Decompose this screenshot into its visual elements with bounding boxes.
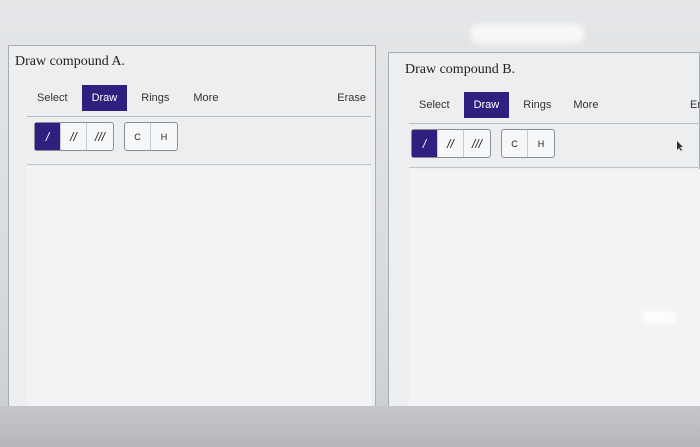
draw-tool[interactable]: Draw: [81, 85, 128, 111]
compound-b-toolbar: Select Draw Rings More Er: [411, 91, 700, 119]
atom-selector: C H: [124, 122, 178, 151]
compound-a-title: Draw compound A.: [15, 54, 126, 69]
screen-glare: [642, 310, 676, 324]
carbon-atom-button[interactable]: C: [502, 130, 528, 157]
drawing-canvas[interactable]: [409, 169, 700, 424]
compound-a-panel: Draw compound A. Select Draw Rings More …: [8, 45, 376, 425]
canvas-divider: [409, 167, 700, 168]
canvas-divider: [27, 164, 371, 165]
atom-selector: C H: [501, 129, 555, 158]
bond-atom-row: / // /// C H: [411, 129, 555, 158]
bond-selector: / // ///: [34, 122, 114, 151]
single-bond-button[interactable]: /: [412, 130, 438, 157]
bond-selector: / // ///: [411, 129, 491, 158]
triple-bond-button[interactable]: ///: [87, 123, 113, 150]
hydrogen-atom-button[interactable]: H: [528, 130, 554, 157]
compound-a-toolbar: Select Draw Rings More Erase: [29, 84, 374, 112]
single-bond-button[interactable]: /: [35, 123, 61, 150]
draw-tool[interactable]: Draw: [463, 92, 510, 118]
select-tool[interactable]: Select: [411, 99, 458, 111]
double-bond-button[interactable]: //: [438, 130, 464, 157]
compound-b-title: Draw compound B.: [405, 62, 516, 77]
rings-tool[interactable]: Rings: [515, 99, 559, 111]
rings-tool[interactable]: Rings: [133, 92, 177, 104]
bond-atom-row: / // /// C H: [34, 122, 178, 151]
more-tool[interactable]: More: [185, 92, 226, 104]
select-tool[interactable]: Select: [29, 92, 76, 104]
screen-glare: [470, 24, 585, 44]
double-bond-button[interactable]: //: [61, 123, 87, 150]
carbon-atom-button[interactable]: C: [125, 123, 151, 150]
more-tool[interactable]: More: [565, 99, 606, 111]
toolbar-divider: [27, 116, 371, 117]
mouse-cursor-icon: [677, 141, 683, 151]
hydrogen-atom-button[interactable]: H: [151, 123, 177, 150]
compound-b-panel: Draw compound B. Select Draw Rings More …: [388, 52, 700, 425]
erase-tool[interactable]: Erase: [329, 92, 374, 104]
screen-bezel: [0, 406, 700, 447]
toolbar-divider: [409, 123, 700, 124]
triple-bond-button[interactable]: ///: [464, 130, 490, 157]
drawing-canvas[interactable]: [27, 166, 371, 424]
erase-tool[interactable]: Er: [682, 99, 700, 111]
